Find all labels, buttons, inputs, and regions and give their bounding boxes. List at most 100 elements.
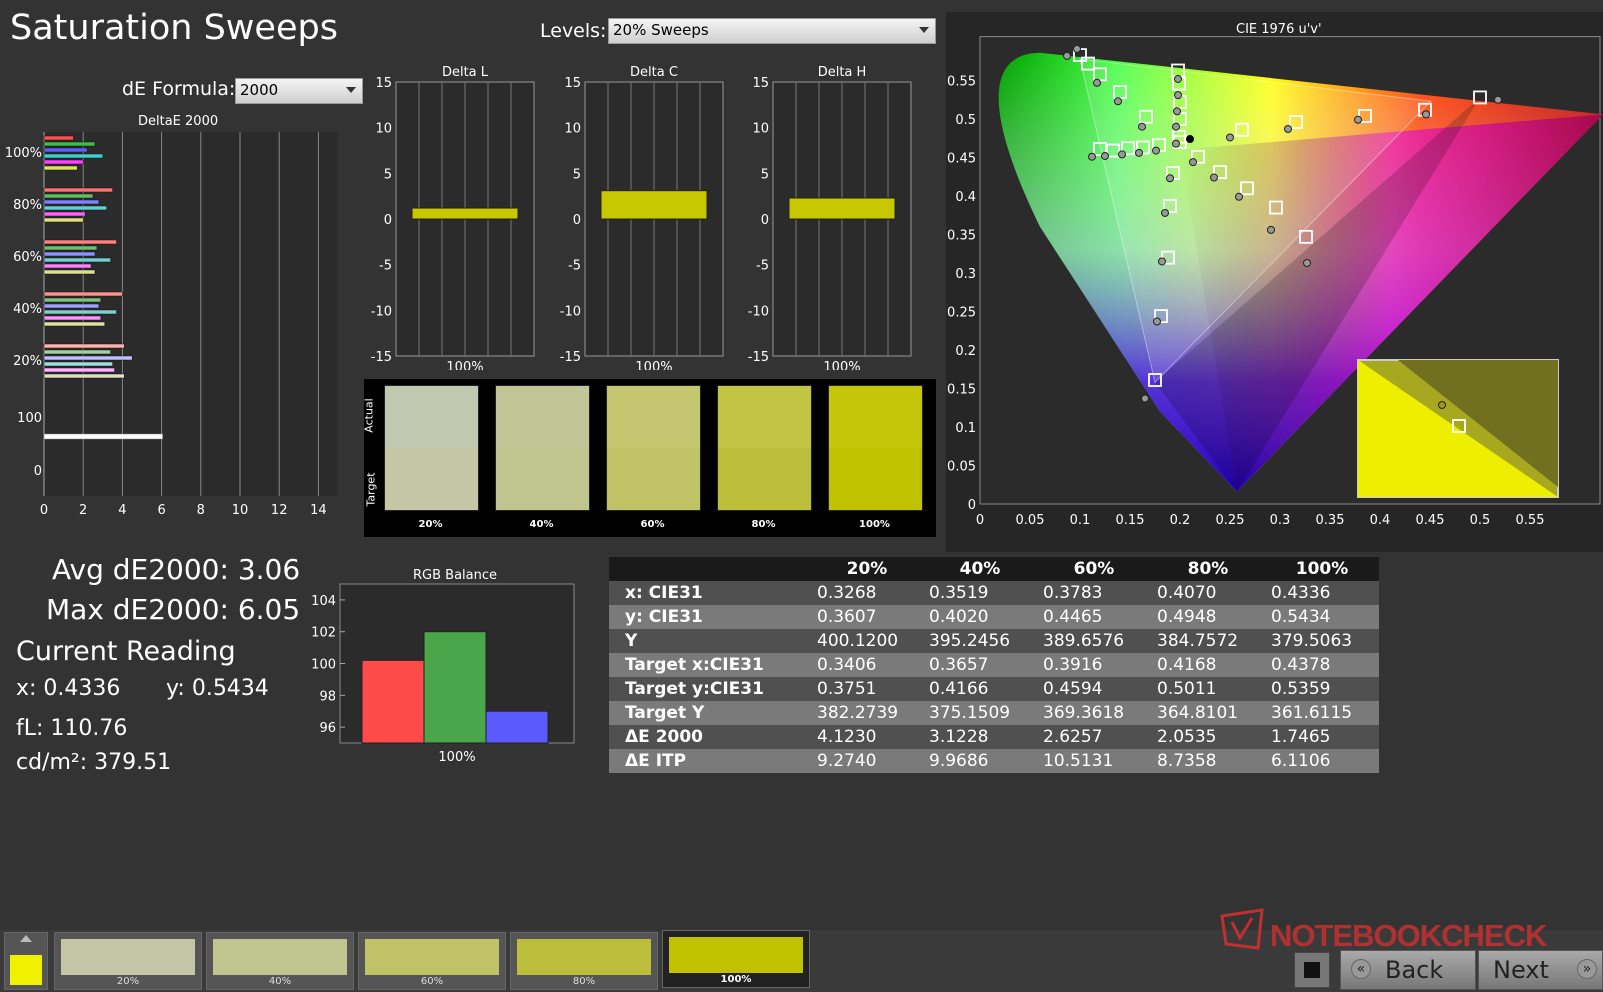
levels-label: Levels: [540, 20, 607, 42]
swatch-panel: Actual Target 20% 40% 60% 80% 100% [363, 379, 936, 537]
deltae-chart-title: DeltaE 2000 [138, 114, 219, 129]
deltae-y-tick: 40% [13, 302, 42, 317]
table-cell: 0.5011 [1151, 677, 1265, 701]
delta_l-y-tick: 15 [375, 76, 392, 91]
cie-x-tick: 0.25 [1216, 513, 1245, 528]
table-cell: 9.9686 [923, 749, 1037, 773]
deltae-bar [43, 315, 102, 321]
deltae-bar [43, 205, 107, 211]
table-cell: 0.4168 [1151, 653, 1265, 677]
cie-measured-point [1166, 174, 1174, 183]
table-cell: 2.6257 [1037, 725, 1151, 749]
table-cell: 0.4594 [1037, 677, 1151, 701]
table-header-row: 20% 40% 60% 80% 100% [609, 557, 1379, 581]
table-cell: 395.2456 [923, 629, 1037, 653]
delta_c-xlabel: 100% [635, 360, 672, 370]
delta_c-y-tick: -10 [560, 304, 581, 319]
table-row: Target y:CIE31 0.3751 0.4166 0.4594 0.5011 0.… [609, 677, 1379, 701]
cie-measured-point [1174, 74, 1182, 83]
deltae-bar [43, 367, 115, 373]
chevron-down-icon [919, 27, 929, 33]
rgb-bar [361, 659, 425, 744]
thumb-swatch [365, 939, 499, 975]
current-color-swatch [10, 955, 42, 985]
thumb-label: 60% [420, 976, 444, 987]
thumb-item[interactable]: 40% [206, 932, 354, 990]
current-reading-heading: Current Reading [16, 636, 236, 667]
results-table-wrap: 20% 40% 60% 80% 100% x: CIE31 0.3268 0.3519 0.37… [609, 557, 1379, 773]
table-row-header: ΔE 2000 [609, 725, 811, 749]
deltae-y-tick: 100 [17, 411, 42, 426]
cie-measured-point [1161, 208, 1169, 217]
notebookcheck-logo-icon [1218, 908, 1266, 952]
de-formula-dropdown[interactable]: 2000 [235, 78, 363, 104]
deltae-y-tick: 100% [5, 146, 42, 161]
thumb-label: 100% [720, 974, 752, 985]
delta_c-y-tick: -15 [560, 350, 581, 365]
thumb-item[interactable]: 60% [358, 932, 506, 990]
table-cell: 0.3783 [1037, 581, 1151, 605]
table-cell: 389.6576 [1037, 629, 1151, 653]
levels-dropdown[interactable]: 20% Sweeps [608, 18, 936, 44]
chevron-up-icon[interactable] [20, 935, 32, 942]
back-button[interactable]: « Back [1340, 950, 1476, 990]
deltae-bar [43, 355, 133, 361]
cie-inset-point [1438, 401, 1446, 409]
cie-y-tick: 0.55 [947, 75, 976, 90]
table-cell: 375.1509 [923, 701, 1037, 725]
deltae-bar [43, 245, 98, 251]
table-row-header: Target Y [609, 701, 811, 725]
deltae-bar [43, 251, 96, 257]
delta-charts: 15 10 5 0 -5 -10 -15 Delta L 100% 15 10 5 0 -5 -10 -15 D… [371, 65, 912, 370]
table-header-cell [609, 557, 811, 581]
avg-de: Avg dE2000: 3.06 [52, 553, 301, 586]
thumb-label: 80% [572, 976, 596, 987]
delta_c-y-tick: 15 [564, 76, 581, 91]
table-cell: 0.3268 [811, 581, 923, 605]
deltae-bar [43, 193, 94, 199]
delta_c-y-tick: 5 [573, 167, 581, 182]
back-arrow-icon: « [1351, 959, 1371, 979]
cie-x-tick: 0.4 [1370, 513, 1391, 528]
cie-y-tick: 0.25 [947, 306, 976, 321]
deltae-y-tick: 20% [13, 354, 42, 369]
thumb-item[interactable]: 80% [510, 932, 658, 990]
deltae-bar [43, 217, 84, 223]
deltae-bar [43, 239, 117, 245]
cie-x-tick: 0.3 [1270, 513, 1291, 528]
table-cell: 384.7572 [1151, 629, 1265, 653]
cie-measured-point [1114, 97, 1122, 106]
cie-measured-point [1073, 44, 1081, 53]
deltae-bar [43, 373, 125, 379]
chevron-down-icon [346, 87, 356, 93]
delta_l-y-tick: -10 [371, 304, 392, 319]
table-cell: 0.3657 [923, 653, 1037, 677]
next-button[interactable]: Next » [1478, 950, 1603, 990]
thumb-item[interactable]: 100% [662, 930, 810, 988]
results-table: 20% 40% 60% 80% 100% x: CIE31 0.3268 0.3519 0.37… [609, 557, 1379, 773]
deltae-bar [43, 135, 74, 141]
swatch-actual [607, 386, 700, 448]
table-cell: 0.3406 [811, 653, 923, 677]
table-cell: 400.1200 [811, 629, 923, 653]
cie-x-tick: 0.2 [1170, 513, 1191, 528]
cie-measured-point [1422, 110, 1430, 119]
table-row: y: CIE31 0.3607 0.4020 0.4465 0.4948 0.5434 [609, 605, 1379, 629]
rgb-bar [423, 631, 487, 744]
delta_l-y-tick: 0 [384, 213, 392, 228]
table-row-header: Y [609, 629, 811, 653]
table-row: x: CIE31 0.3268 0.3519 0.3783 0.4070 0.4336 [609, 581, 1379, 605]
current-color-box[interactable] [4, 932, 48, 990]
thumb-swatch [517, 939, 651, 975]
table-cell: 0.5359 [1265, 677, 1379, 701]
current-y: y: 0.5434 [166, 676, 269, 701]
stop-button[interactable] [1294, 952, 1330, 988]
thumb-item[interactable]: 20% [54, 932, 202, 990]
cie-measured-point [1138, 122, 1146, 131]
table-cell: 0.3519 [923, 581, 1037, 605]
deltae-x-tick: 8 [197, 503, 205, 518]
deltae-x-tick: 4 [118, 503, 126, 518]
table-cell: 4.1230 [811, 725, 923, 749]
cie-x-tick: 0.35 [1316, 513, 1345, 528]
rgb-y-tick: 98 [319, 689, 336, 704]
